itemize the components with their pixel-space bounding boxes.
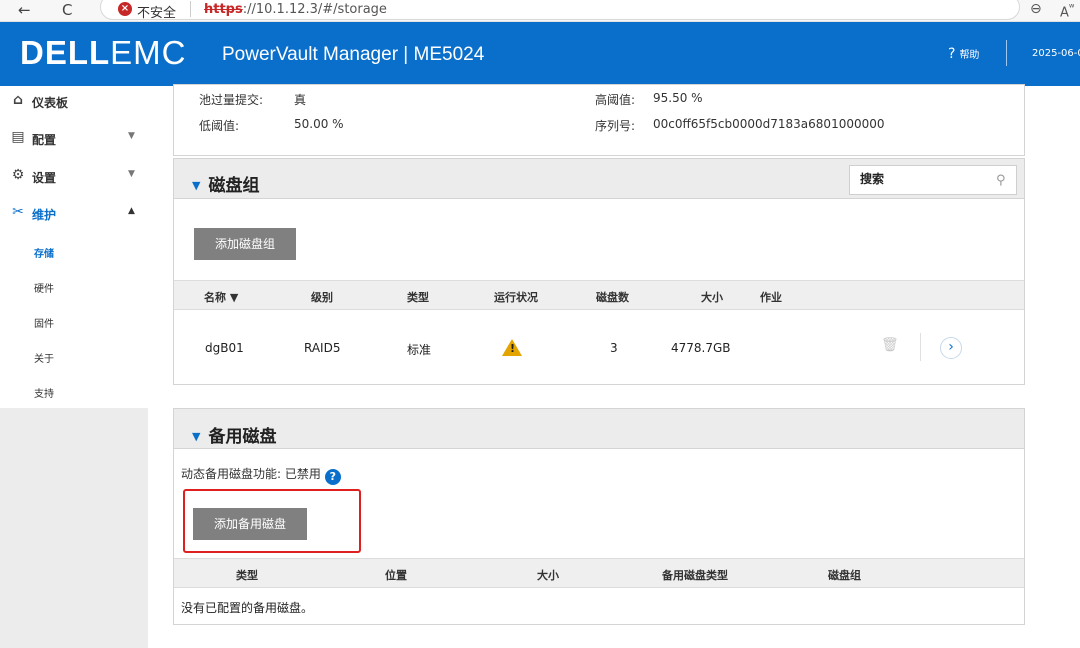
dell-emc-logo: DELLEMC: [20, 34, 187, 72]
add-disk-group-button[interactable]: 添加磁盘组: [194, 228, 296, 260]
sidebar-item-provisioning[interactable]: ▤ 配置 ▼: [0, 123, 148, 153]
search-field[interactable]: ⚲: [849, 165, 1017, 195]
empty-spares-message: 没有已配置的备用磁盘。: [181, 601, 314, 615]
col-size[interactable]: 大小: [701, 289, 723, 305]
trash-icon[interactable]: 🗑: [881, 337, 899, 353]
disk-groups-panel: ▼ 磁盘组 ⚲ 添加磁盘组 名称 ▼ 级别 类型 运行状况 磁盘数 大小 作业 d…: [173, 158, 1025, 385]
col-spare-size[interactable]: 大小: [537, 567, 559, 583]
disk-groups-table-header: 名称 ▼ 级别 类型 运行状况 磁盘数 大小 作业: [174, 280, 1024, 310]
chevron-up-icon: ▲: [128, 206, 135, 216]
col-job[interactable]: 作业: [760, 289, 782, 305]
logo-bold-text: DELL: [20, 34, 111, 71]
col-location[interactable]: 位置: [385, 567, 407, 583]
sidebar-item-label: 仪表板: [32, 96, 69, 110]
row-level: RAID5: [304, 341, 341, 355]
help-circle-icon[interactable]: ?: [324, 469, 341, 485]
sidebar-item-settings[interactable]: ⚙ 设置 ▼: [0, 161, 148, 191]
main-content: 池过量提交: 真 低阈值: 50.00 % 高阈值: 95.50 % 序列号: …: [148, 84, 1080, 648]
row-size: 4778.7GB: [671, 341, 731, 355]
low-threshold-label: 低阈值:: [199, 119, 240, 133]
browser-toolbar: ← C × 不安全 https://10.1.12.3/#/storage ⊖ …: [0, 0, 1080, 22]
disk-groups-header[interactable]: ▼ 磁盘组 ⚲: [174, 159, 1024, 199]
overcommit-label: 池过量提交:: [199, 93, 264, 107]
highlight-annotation: [183, 489, 361, 553]
dynamic-spares-status: 动态备用磁盘功能: 已禁用?: [181, 465, 341, 485]
help-button[interactable]: ? 帮助: [948, 46, 979, 62]
high-threshold-label: 高阈值:: [595, 93, 636, 107]
url-divider: [190, 1, 191, 17]
header-date: 2025-06-0: [1032, 48, 1080, 59]
col-health[interactable]: 运行状况: [494, 289, 538, 305]
search-input[interactable]: [860, 172, 990, 186]
help-icon: ?: [948, 46, 956, 62]
spares-header[interactable]: ▼ 备用磁盘: [174, 409, 1024, 449]
warning-icon[interactable]: !: [502, 339, 522, 356]
logo-light-text: EMC: [110, 34, 187, 71]
sidebar-item-label: 设置: [32, 171, 57, 185]
sidebar-item-label: 配置: [32, 133, 57, 147]
sidebar-subitem-hardware[interactable]: 硬件: [34, 280, 54, 295]
spares-table-header: 类型 位置 大小 备用磁盘类型 磁盘组: [174, 558, 1024, 588]
url-rest: ://10.1.12.3/#/storage: [242, 2, 387, 17]
url-scheme: https: [204, 2, 243, 17]
high-threshold-value: 95.50 %: [653, 91, 703, 105]
col-disk-count[interactable]: 磁盘数: [596, 289, 629, 305]
col-name[interactable]: 名称 ▼: [204, 289, 238, 305]
gear-icon: ⚙: [11, 167, 25, 183]
serial-value: 00c0ff65f5cb0000d7183a6801000000: [653, 117, 885, 131]
chevron-down-icon: ▼: [128, 169, 135, 179]
database-icon: ▤: [11, 129, 25, 145]
app-header: DELLEMC PowerVault Manager | ME5024 ? 帮助 …: [0, 22, 1080, 86]
insecure-label[interactable]: 不安全: [137, 2, 176, 21]
back-arrow-icon[interactable]: ←: [18, 1, 31, 19]
spares-title[interactable]: ▼ 备用磁盘: [192, 422, 276, 447]
col-type[interactable]: 类型: [407, 289, 429, 305]
home-icon: ⌂: [12, 92, 24, 108]
sidebar-subitem-storage[interactable]: 存储: [34, 245, 54, 260]
chevron-right-icon[interactable]: ›: [940, 337, 962, 359]
serial-label: 序列号:: [595, 119, 636, 133]
spares-title-text: 备用磁盘: [208, 427, 277, 447]
sidebar-item-maintenance[interactable]: ✂ 维护 ▲: [0, 198, 148, 228]
disk-groups-title-text: 磁盘组: [208, 176, 260, 196]
pool-info-panel: 池过量提交: 真 低阈值: 50.00 % 高阈值: 95.50 % 序列号: …: [173, 84, 1025, 156]
help-label: 帮助: [959, 50, 980, 61]
col-spare-type[interactable]: 类型: [236, 567, 258, 583]
zoom-out-icon[interactable]: ⊖: [1030, 1, 1042, 17]
chevron-down-icon: ▼: [128, 131, 135, 141]
insecure-warning-icon[interactable]: ×: [118, 2, 132, 16]
search-icon[interactable]: ⚲: [996, 173, 1006, 188]
sidebar-item-label: 维护: [32, 208, 57, 222]
dynamic-spares-label: 动态备用磁盘功能: 已禁用: [181, 467, 321, 481]
sidebar-subitem-firmware[interactable]: 固件: [34, 315, 54, 330]
reload-icon[interactable]: C: [62, 1, 72, 19]
tools-icon: ✂: [12, 204, 24, 220]
row-divider: [920, 333, 921, 361]
read-aloud-icon[interactable]: Aʷ: [1060, 1, 1074, 20]
header-divider: [1006, 40, 1007, 66]
warning-mark: !: [510, 342, 516, 355]
sidebar-item-dashboard[interactable]: ⌂ 仪表板: [0, 86, 148, 116]
sidebar-subitem-about[interactable]: 关于: [34, 350, 54, 365]
read-aloud-glyph: A: [1060, 5, 1069, 21]
row-disk-count: 3: [610, 341, 618, 355]
url-text[interactable]: https://10.1.12.3/#/storage: [204, 2, 387, 17]
sidebar: ⌂ 仪表板 ▤ 配置 ▼ ⚙ 设置 ▼ ✂ 维护 ▲ 存储 硬件 固件 关于 支…: [0, 86, 148, 648]
collapse-triangle-icon: ▼: [192, 179, 201, 192]
disk-groups-title[interactable]: ▼ 磁盘组: [192, 171, 259, 196]
col-disk-group[interactable]: 磁盘组: [828, 567, 861, 583]
overcommit-value: 真: [294, 93, 307, 107]
col-spare-kind[interactable]: 备用磁盘类型: [662, 567, 728, 583]
row-type: 标准: [407, 343, 432, 357]
col-level[interactable]: 级别: [311, 289, 333, 305]
row-name: dgB01: [205, 341, 244, 355]
product-title: PowerVault Manager | ME5024: [222, 44, 485, 65]
read-aloud-sup: ʷ: [1068, 1, 1075, 14]
collapse-triangle-icon: ▼: [192, 430, 201, 443]
sidebar-subitem-support[interactable]: 支持: [34, 385, 54, 400]
low-threshold-value: 50.00 %: [294, 117, 344, 131]
